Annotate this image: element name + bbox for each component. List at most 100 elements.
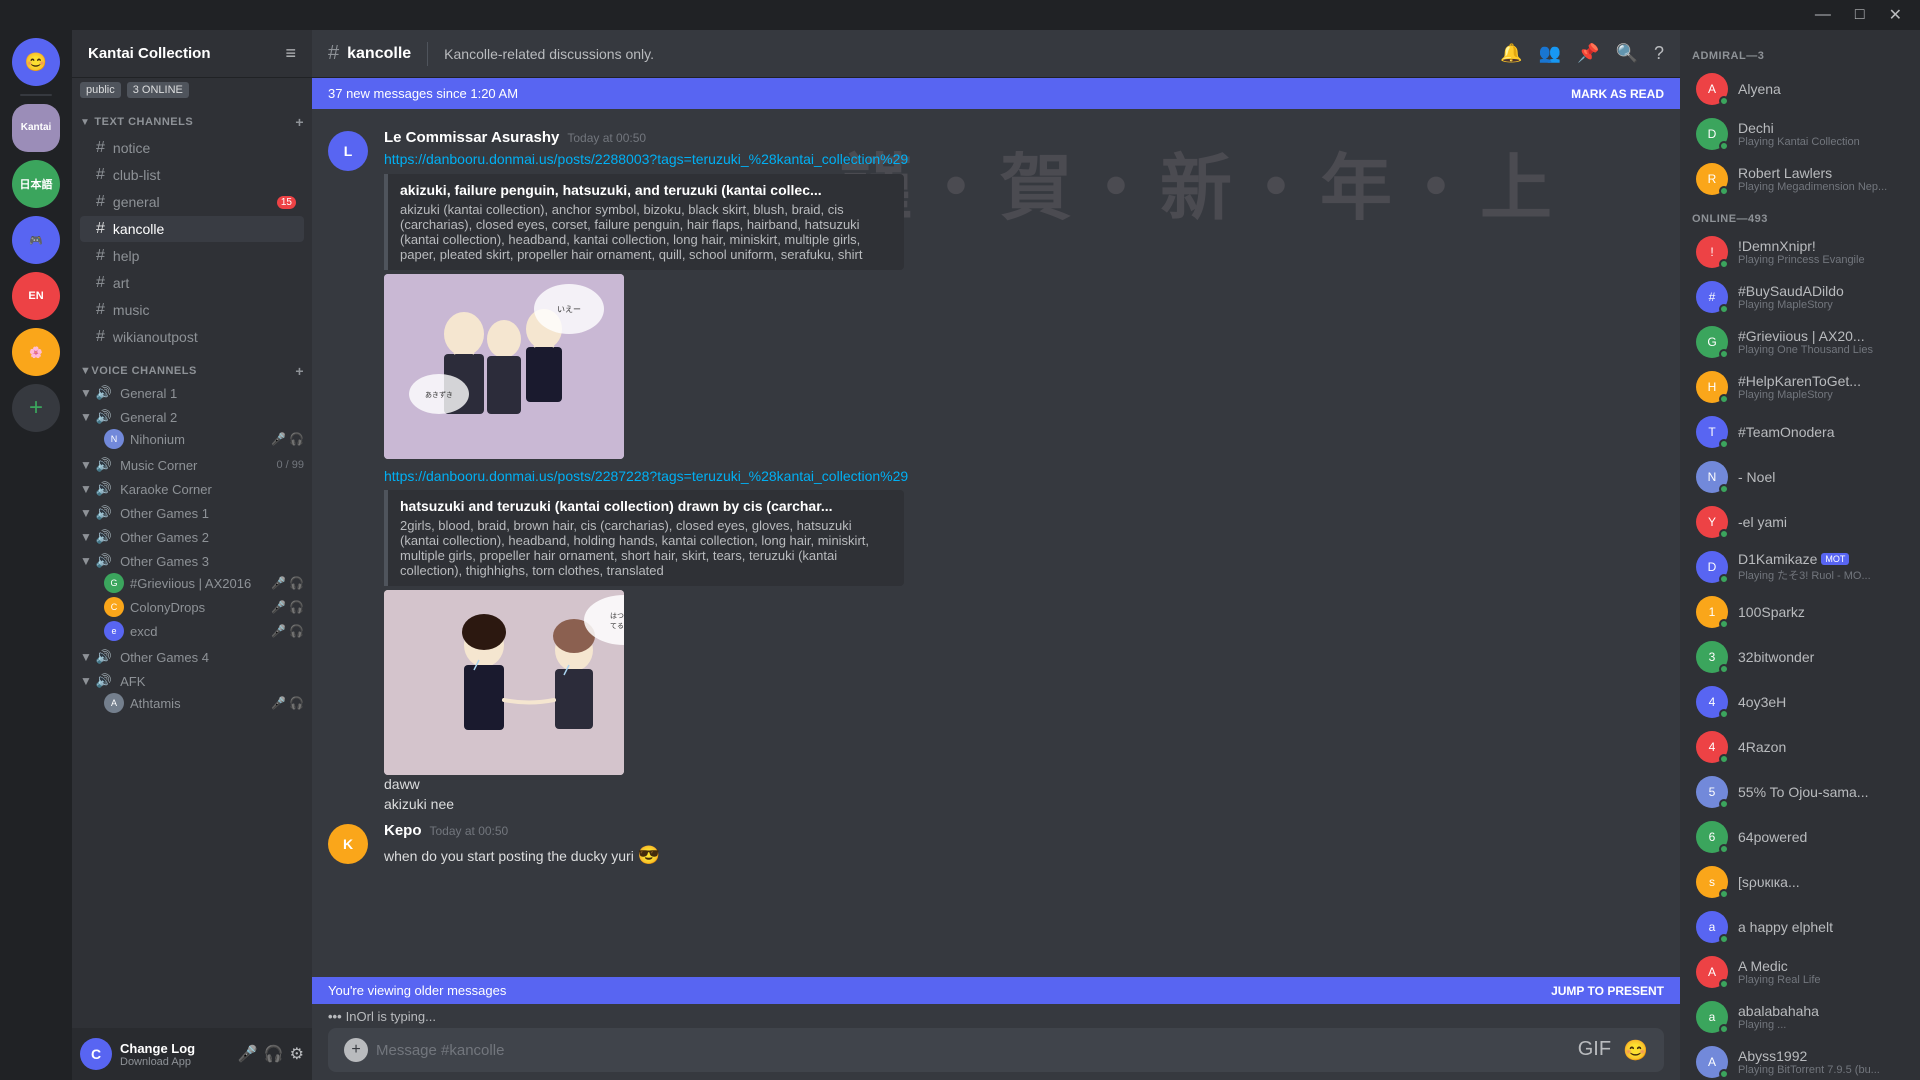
member-abyss1992[interactable]: A Abyss1992 Playing BitTorrent 7.9.5 (bu… [1684, 1040, 1916, 1080]
user-avatar[interactable]: 😊 [12, 38, 60, 86]
member-d1kamikaze[interactable]: D D1Kamikaze MOT Playing たそ3! Ruol - MO.… [1684, 545, 1916, 589]
username-kepo[interactable]: Kepo [384, 822, 422, 839]
channel-general[interactable]: # general 15 [80, 189, 304, 215]
member-noel[interactable]: N - Noel [1684, 455, 1916, 499]
message-group-2: https://danbooru.donmai.us/posts/2287228… [312, 463, 1680, 819]
voice-channel-general1[interactable]: ▼ 🔊 General 1 [72, 383, 312, 403]
embed-title-1: akizuki, failure penguin, hatsuzuki, and… [400, 182, 892, 198]
mark-as-read-button[interactable]: MARK AS READ [1571, 87, 1664, 101]
member-robert[interactable]: R Robert Lawlers Playing Megadimension N… [1684, 157, 1916, 201]
voice-channel-other4[interactable]: ▼ 🔊 Other Games 4 [72, 647, 312, 667]
member-info: [ѕρυкιка... [1738, 874, 1908, 890]
voice-channel-general2[interactable]: ▼ 🔊 General 2 [72, 407, 312, 427]
username-asurashy[interactable]: Le Commissar Asurashy [384, 129, 559, 146]
member-helpkaren[interactable]: H #HelpKarenToGet... Playing MapleStory [1684, 365, 1916, 409]
speaker-icon: 🔊 [96, 649, 112, 665]
gif-icon[interactable]: GIF [1578, 1038, 1611, 1063]
mic-toggle-icon[interactable]: 🎤 [238, 1044, 258, 1064]
new-messages-bar[interactable]: 37 new messages since 1:20 AM MARK AS RE… [312, 78, 1680, 109]
voice-user-athtamis[interactable]: A Athtamis 🎤 🎧 [72, 691, 312, 715]
members-icon[interactable]: 👥 [1539, 43, 1561, 64]
member-4razon[interactable]: 4 4Razon [1684, 725, 1916, 769]
voice-channel-other2[interactable]: ▼ 🔊 Other Games 2 [72, 527, 312, 547]
member-info: Abyss1992 Playing BitTorrent 7.9.5 (bu..… [1738, 1048, 1908, 1076]
maximize-button[interactable]: □ [1847, 6, 1873, 24]
voice-user-avatar: N [104, 429, 124, 449]
add-channel-icon[interactable]: + [295, 114, 304, 130]
member-elyami[interactable]: Y -el yami [1684, 500, 1916, 544]
server-icon-flower[interactable]: 🌸 [12, 328, 60, 376]
voice-group-other2: ▼ 🔊 Other Games 2 [72, 527, 312, 547]
member-happy-elphelt[interactable]: a a happy elphelt [1684, 905, 1916, 949]
member-buysaud[interactable]: # #BuySaudADildo Playing MapleStory [1684, 275, 1916, 319]
bell-icon[interactable]: 🔔 [1500, 43, 1522, 64]
messages-area[interactable]: 謹・賀・新・年・上 L Le Commissar Asurashy Today … [312, 109, 1680, 977]
mic-icon: 🎤 [271, 624, 286, 638]
footer-avatar: C [80, 1038, 112, 1070]
voice-channel-music-corner[interactable]: ▼ 🔊 Music Corner 0 / 99 [72, 455, 312, 475]
channel-art[interactable]: # art [80, 270, 304, 296]
member-100sparkz[interactable]: 1 100Sparkz [1684, 590, 1916, 634]
jump-to-present-button[interactable]: JUMP TO PRESENT [1551, 984, 1664, 998]
member-teamonodera[interactable]: T #TeamOnodera [1684, 410, 1916, 454]
voice-user-nihonium[interactable]: N Nihonium 🎤 🎧 [72, 427, 312, 451]
voice-user-excd[interactable]: e excd 🎤 🎧 [72, 619, 312, 643]
channel-music[interactable]: # music [80, 297, 304, 323]
channel-wikianoutpost[interactable]: # wikianoutpost [80, 324, 304, 350]
member-grieviious[interactable]: G #Grieviious | AX20... Playing One Thou… [1684, 320, 1916, 364]
server-icon-kantai[interactable]: Kantai [12, 104, 60, 152]
member-abalabahaha[interactable]: a abalabahaha Playing ... [1684, 995, 1916, 1039]
voice-channel-other1[interactable]: ▼ 🔊 Other Games 1 [72, 503, 312, 523]
server-icon-jp[interactable]: 日本語 [12, 160, 60, 208]
member-4oy3eh[interactable]: 4 4oy3eH [1684, 680, 1916, 724]
danbooru-link-2[interactable]: https://danbooru.donmai.us/posts/2287228… [384, 468, 908, 484]
voice-group-music-corner: ▼ 🔊 Music Corner 0 / 99 [72, 455, 312, 475]
voice-channel-karaoke[interactable]: ▼ 🔊 Karaoke Corner [72, 479, 312, 499]
message-input[interactable] [376, 1042, 1570, 1059]
channel-help[interactable]: # help [80, 243, 304, 269]
channel-club-list[interactable]: # club-list [80, 162, 304, 188]
svg-text:いえー: いえー [557, 305, 581, 314]
attach-button[interactable]: + [344, 1038, 368, 1062]
member-game: Playing BitTorrent 7.9.5 (bu... [1738, 1064, 1908, 1076]
member-name: !DemnXnipr! [1738, 238, 1908, 254]
member-demnxnipr[interactable]: ! !DemnXnipr! Playing Princess Evangile [1684, 230, 1916, 274]
member-dechi[interactable]: D Dechi Playing Kantai Collection [1684, 112, 1916, 156]
public-tag[interactable]: public [80, 82, 121, 98]
voice-user-grieviious[interactable]: G #Grieviious | AX2016 🎤 🎧 [72, 571, 312, 595]
headphone-toggle-icon[interactable]: 🎧 [264, 1044, 284, 1064]
voice-user-colonydrops[interactable]: C ColonyDrops 🎤 🎧 [72, 595, 312, 619]
close-button[interactable]: ✕ [1881, 5, 1910, 25]
emoji-icon[interactable]: 😊 [1623, 1038, 1648, 1063]
menu-icon[interactable]: ≡ [285, 43, 296, 64]
member-info: abalabahaha Playing ... [1738, 1003, 1908, 1031]
voice-channel-afk[interactable]: ▼ 🔊 AFK [72, 671, 312, 691]
message-content-1: Le Commissar Asurashy Today at 00:50 htt… [384, 129, 1664, 459]
minimize-button[interactable]: — [1807, 6, 1839, 24]
message-image-1: いえー あきずき [384, 274, 624, 459]
pin-icon[interactable]: 📌 [1577, 43, 1599, 64]
add-server-button[interactable]: + [12, 384, 60, 432]
text-channels-header[interactable]: ▼ TEXT CHANNELS + [72, 110, 312, 134]
add-voice-channel-icon[interactable]: + [295, 363, 304, 379]
member-alyena[interactable]: A Alyena [1684, 67, 1916, 111]
server-icon-en[interactable]: EN [12, 272, 60, 320]
older-messages-bar[interactable]: You're viewing older messages JUMP TO PR… [312, 977, 1680, 1004]
search-icon[interactable]: 🔍 [1616, 43, 1638, 64]
member-a-medic[interactable]: A A Medic Playing Real Life [1684, 950, 1916, 994]
member-name: [ѕρυкιка... [1738, 874, 1908, 890]
settings-icon[interactable]: ⚙ [290, 1044, 304, 1064]
voice-channel-other3[interactable]: ▼ 🔊 Other Games 3 [72, 551, 312, 571]
member-55percent[interactable]: 5 55% To Ojou-sama... [1684, 770, 1916, 814]
server-icon-game[interactable]: 🎮 [12, 216, 60, 264]
member-32bitwonder[interactable]: 3 32bitwonder [1684, 635, 1916, 679]
message-link-1[interactable]: https://danbooru.donmai.us/posts/2288003… [384, 151, 908, 167]
help-icon[interactable]: ? [1654, 43, 1664, 64]
channel-notice[interactable]: # notice [80, 135, 304, 161]
member-spukika[interactable]: s [ѕρυкιка... [1684, 860, 1916, 904]
channel-kancolle[interactable]: # kancolle [80, 216, 304, 242]
member-name: D1Kamikaze MOT [1738, 551, 1908, 567]
channel-header-hash: # [328, 42, 339, 65]
member-64powered[interactable]: 6 64powered [1684, 815, 1916, 859]
voice-channels-header[interactable]: ▼ VOICE CHANNELS + [72, 351, 312, 383]
